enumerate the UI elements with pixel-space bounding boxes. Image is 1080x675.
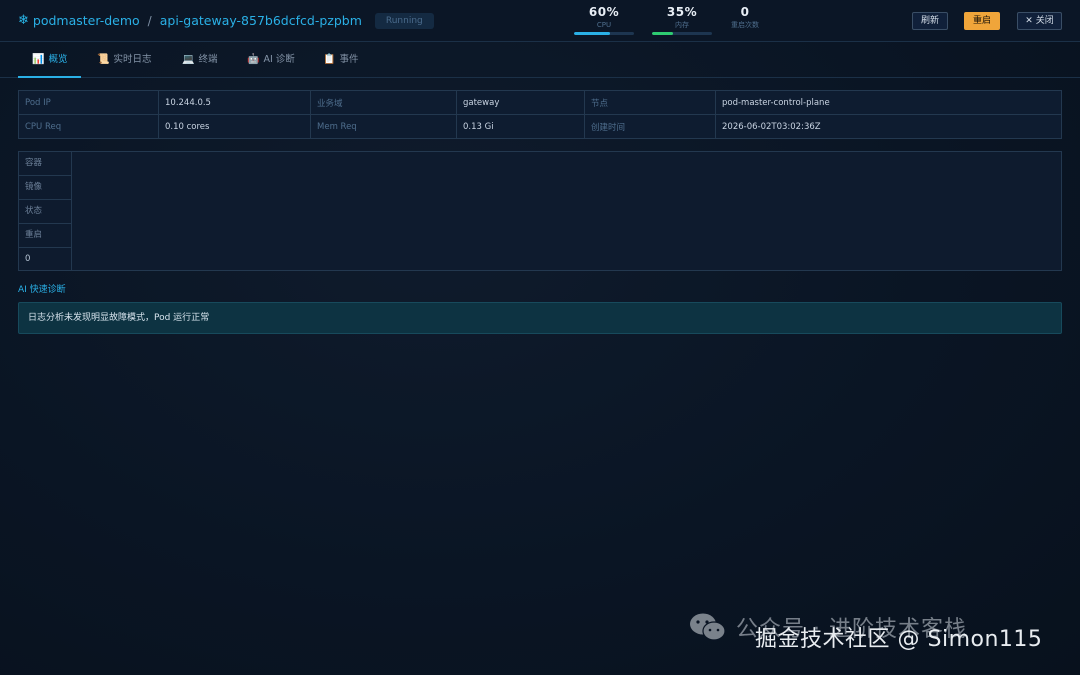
restart-button[interactable]: 重启 [964,12,1000,30]
laptop-icon: 💻 [182,54,195,65]
ai-quick-diagnosis-title: AI 快速诊断 [18,285,66,295]
tab-label: 实时日志 [113,54,152,65]
node-label: 节点 [584,90,716,115]
memory-value: 35% [666,5,698,19]
memory-label: 内存 [675,21,689,29]
tab-terminal[interactable]: 💻 终端 [182,42,217,78]
tab-label: AI 诊断 [263,54,295,65]
cpu-stat: 60% CPU [574,5,634,35]
mem-req-label: Mem Req [310,114,457,139]
table-row: Pod IP 10.244.0.5 业务域 gateway 节点 pod-mas… [18,90,1062,115]
memory-bar-fill [652,32,673,35]
node-value: pod-master-control-plane [715,90,1062,115]
breadcrumb-namespace[interactable]: podmaster-demo [33,13,140,29]
cpu-req-value: 0.10 cores [158,114,311,139]
cpu-bar-fill [574,32,610,35]
breadcrumb-pod-name: api-gateway-857b6dcfcd-pzpbm [159,13,362,28]
table-row: CPU Req 0.10 cores Mem Req 0.13 Gi 创建时间 … [18,114,1062,139]
scroll-icon: 📜 [97,54,110,65]
state-label: 状态 [19,200,71,224]
restart-count-stat: 0 重启次数 [715,5,775,30]
breadcrumb: ❄ podmaster-demo / api-gateway-857b6dcfc… [18,13,434,29]
cpu-bar [574,32,634,35]
tab-label: 终端 [198,54,218,65]
clipboard-icon: 📋 [323,54,336,65]
mem-req-value: 0.13 Gi [456,114,585,139]
status-badge: Running [374,13,434,29]
created-time-label: 创建时间 [584,114,716,139]
cpu-req-label: CPU Req [18,114,159,139]
container-label-column: 容器 镜像 状态 重启 0 [19,152,72,270]
memory-bar [652,32,712,35]
tab-events[interactable]: 📋 事件 [323,42,358,78]
watermark-text-2: 掘金技术社区 @ Simon115 [755,627,1043,652]
refresh-button[interactable]: 刷新 [912,12,948,30]
breadcrumb-separator: / [147,14,152,28]
image-label: 镜像 [19,176,71,200]
pod-ip-value: 10.244.0.5 [158,90,311,115]
pod-info-table: Pod IP 10.244.0.5 业务域 gateway 节点 pod-mas… [18,90,1062,139]
tab-overview[interactable]: 📊 概览 [17,42,83,78]
tab-live-logs[interactable]: 📜 实时日志 [97,42,151,78]
close-button[interactable]: ✕ 关闭 [1017,12,1062,30]
container-panel: 容器 镜像 状态 重启 0 [18,151,1062,271]
robot-icon: 🤖 [247,54,260,65]
tab-bar: 📊 概览 📜 实时日志 💻 终端 🤖 AI 诊断 📋 事件 [0,42,1080,78]
chart-icon: 📊 [32,54,45,65]
cpu-value: 60% [588,5,620,19]
business-domain-value: gateway [456,90,585,115]
restart-count-label: 重启次数 [731,21,759,29]
tab-ai-diagnosis[interactable]: 🤖 AI 诊断 [247,42,295,78]
created-time-value: 2026-06-02T03:02:36Z [715,114,1062,139]
tab-label: 事件 [339,54,359,65]
container-label: 容器 [19,152,71,176]
ai-diagnosis-result: 日志分析未发现明显故障模式，Pod 运行正常 [18,302,1062,334]
kubernetes-icon: ❄ [18,13,29,28]
restart-count-value: 0 [740,5,750,19]
cpu-label: CPU [596,21,612,29]
memory-stat: 35% 内存 [652,5,712,35]
business-domain-label: 业务域 [310,90,457,115]
restart-value: 0 [25,254,31,264]
restart-label: 重启 [19,224,71,248]
wechat-icon [690,613,726,641]
tab-label: 概览 [48,54,68,65]
pod-ip-label: Pod IP [18,90,159,115]
top-bar: ❄ podmaster-demo / api-gateway-857b6dcfc… [0,0,1080,42]
